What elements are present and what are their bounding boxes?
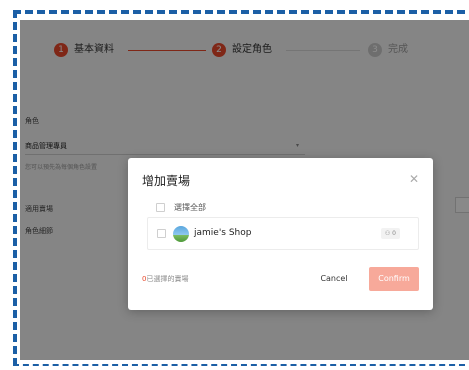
shop-count-badge: ⚇ 0	[380, 228, 400, 239]
selected-suffix: 已選擇的賣場	[146, 275, 189, 283]
selected-count-text: 0已選擇的賣場	[142, 274, 188, 284]
add-store-modal: 增加賣場 ✕ 選擇全部 jamie's Shop ⚇ 0 0已選擇的賣場 Can…	[128, 158, 433, 310]
shop-name: jamie's Shop	[194, 228, 252, 238]
select-all-label: 選擇全部	[174, 203, 206, 212]
modal-title: 增加賣場	[142, 174, 191, 188]
cancel-button[interactable]: Cancel	[314, 268, 354, 290]
confirm-button[interactable]: Confirm	[369, 267, 419, 291]
close-icon[interactable]: ✕	[409, 172, 419, 186]
shop-row[interactable]: jamie's Shop ⚇ 0	[147, 217, 419, 250]
shop-avatar-icon	[173, 226, 189, 242]
shop-checkbox[interactable]	[157, 229, 166, 238]
select-all-checkbox[interactable]	[156, 203, 165, 212]
